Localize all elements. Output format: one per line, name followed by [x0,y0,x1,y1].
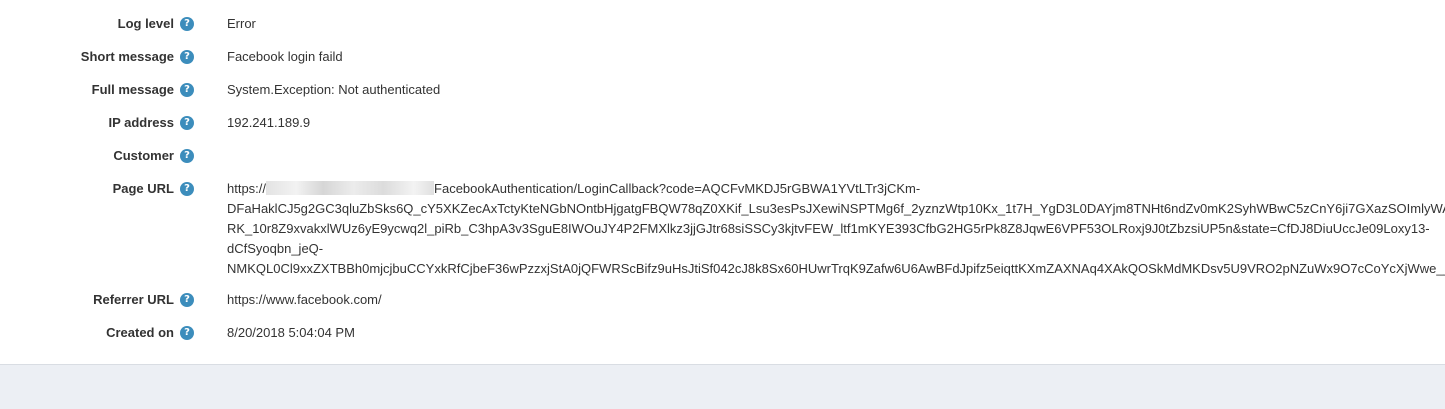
referrer-url-label: Referrer URL [93,292,174,307]
question-circle-icon[interactable]: ? [180,17,194,31]
referrer-url-value: https://www.facebook.com/ [227,292,382,307]
redacted-domain [266,181,435,195]
short-message-label: Short message [80,49,174,64]
question-circle-icon[interactable]: ? [180,293,194,307]
question-circle-icon[interactable]: ? [180,83,194,97]
log-level-label: Log level [117,16,174,31]
log-details-panel: Log level ? Error Short message ? Facebo… [0,0,1445,365]
question-circle-icon[interactable]: ? [180,326,194,340]
page-url-line-1: https:// FacebookAuthentication/LoginCall… [227,179,1445,199]
page-url-line-1-rest: FacebookAuthentication/LoginCallback?cod… [434,181,921,196]
question-circle-icon[interactable]: ? [180,182,194,196]
question-circle-icon[interactable]: ? [180,149,194,163]
question-circle-icon[interactable]: ? [180,50,194,64]
ip-address-value: 192.241.189.9 [227,115,311,130]
question-circle-icon[interactable]: ? [180,116,194,130]
log-level-value: Error [227,16,256,31]
full-message-value: System.Exception: Not authenticated [227,82,441,97]
page-url-line-4: dCfSyoqbn_jeQ- [227,241,324,256]
page-url-value: https:// FacebookAuthentication/LoginCall… [227,179,1445,279]
page-url-line-3: RK_10r8Z9xvakxlWUz6yE9ycwq2l_piRb_C3hpA3… [227,221,1430,236]
customer-label: Customer [113,148,174,163]
short-message-value: Facebook login faild [227,49,343,64]
created-on-value: 8/20/2018 5:04:04 PM [227,325,355,340]
ip-address-label: IP address [108,115,174,130]
created-on-label: Created on [106,325,174,340]
page-url-label: Page URL [112,181,174,196]
page-url-prefix: https:// [227,181,267,196]
full-message-label: Full message [91,82,174,97]
page-url-line-2: DFaHaklCJ5g2GC3qluZbSks6Q_cY5XKZecAxTcty… [227,201,1445,216]
page-url-line-5: NMKQL0Cl9xxZXTBBh0mjcjbuCCYxkRfCjbeF36wP… [227,261,1445,276]
